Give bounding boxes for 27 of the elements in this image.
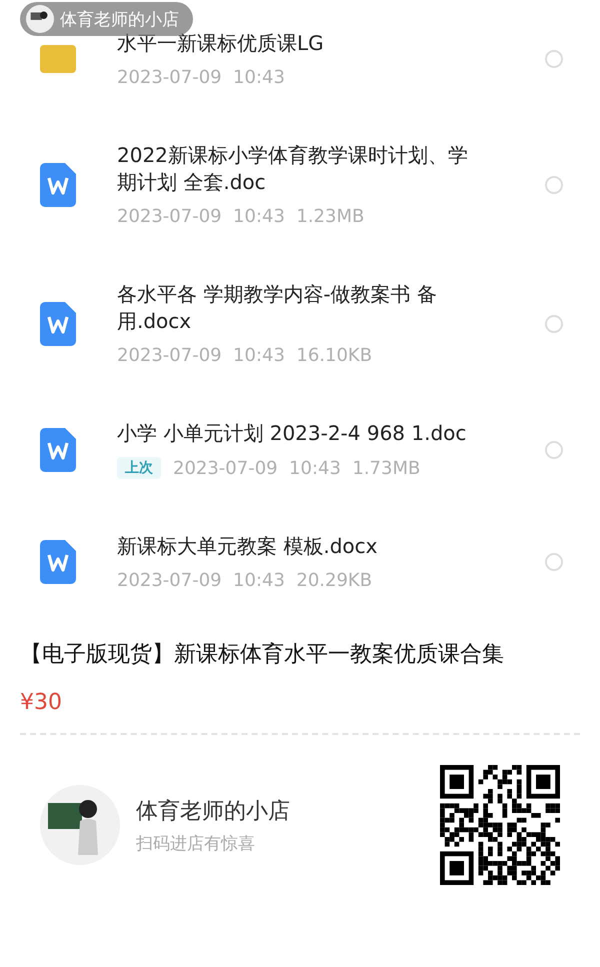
file-name[interactable]: 各水平各 学期教学内容-做教案书 备用.docx	[117, 281, 485, 335]
avatar-icon	[26, 5, 54, 33]
file-name[interactable]: 新课标大单元教案 模板.docx	[117, 533, 485, 560]
product-title: 【电子版现货】新课标体育水平一教案优质课合集	[20, 641, 505, 669]
shop-subtitle: 扫码进店有惊喜	[136, 832, 256, 854]
select-radio[interactable]	[545, 314, 563, 332]
word-document-icon	[40, 540, 76, 584]
file-meta: 2023-07-09 10:43 16.10KB	[117, 345, 372, 366]
shop-name: 体育老师的小店	[136, 798, 291, 826]
select-radio[interactable]	[545, 176, 563, 194]
file-meta: 2023-07-09 10:43 20.29KB	[117, 570, 372, 591]
word-document-icon	[40, 428, 76, 472]
select-radio[interactable]	[545, 553, 563, 571]
select-radio[interactable]	[545, 440, 563, 458]
file-meta: 2023-07-09 10:43	[117, 67, 285, 88]
qr-code-icon	[440, 765, 560, 885]
word-document-icon	[40, 162, 76, 206]
file-meta: 2023-07-09 10:43 1.23MB	[117, 206, 364, 227]
word-document-icon	[40, 302, 76, 346]
file-meta: 2023-07-09 10:43 1.73MB	[173, 458, 420, 478]
file-name[interactable]: 2022新课标小学体育教学课时计划、学期计划 全套.doc	[117, 142, 485, 196]
price: ¥30	[20, 690, 62, 715]
file-name[interactable]: 小学 小单元计划 2023-2-4 968 1.doc	[117, 420, 485, 447]
recent-tag: 上次	[117, 457, 161, 479]
avatar-icon	[40, 785, 120, 865]
select-radio[interactable]	[545, 50, 563, 68]
badge-label: 体育老师的小店	[60, 8, 179, 30]
